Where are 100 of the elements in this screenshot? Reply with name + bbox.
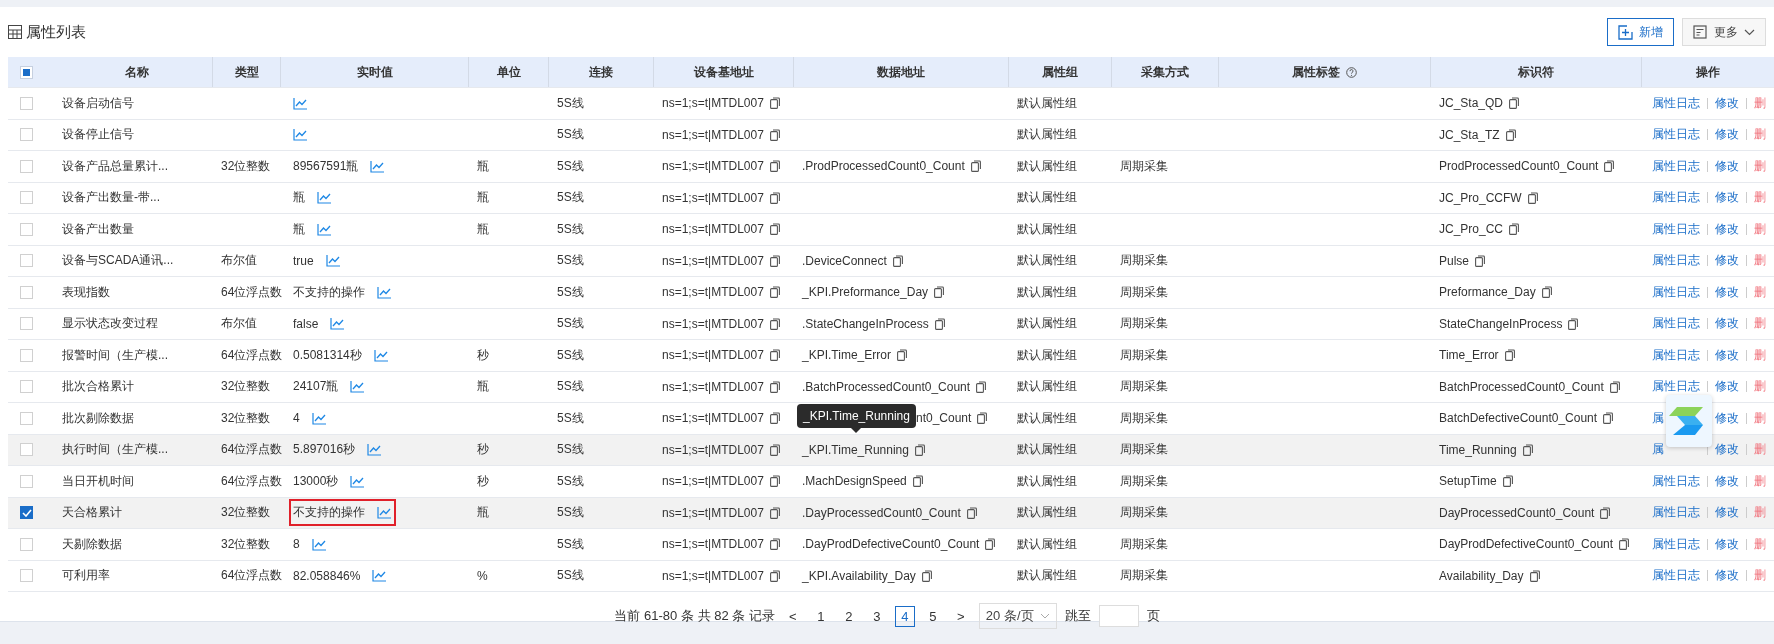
trend-chart-icon[interactable]: [317, 191, 332, 205]
log-link[interactable]: 属性日志: [1652, 158, 1700, 173]
copy-icon[interactable]: [1600, 506, 1611, 519]
log-link[interactable]: 属性日志: [1652, 505, 1700, 520]
delete-link[interactable]: 删: [1754, 473, 1766, 488]
copy-icon[interactable]: [769, 317, 780, 330]
delete-link[interactable]: 删: [1754, 316, 1766, 331]
copy-icon[interactable]: [769, 443, 780, 456]
trend-chart-icon[interactable]: [373, 348, 389, 362]
copy-icon[interactable]: [966, 506, 977, 519]
copy-icon[interactable]: [977, 412, 988, 425]
copy-icon[interactable]: [1522, 443, 1533, 456]
edit-link[interactable]: 修改: [1715, 347, 1739, 362]
copy-icon[interactable]: [934, 286, 945, 299]
page-size-select[interactable]: 20 条/页: [978, 603, 1057, 629]
copy-icon[interactable]: [1541, 286, 1552, 299]
log-link[interactable]: 属性日志: [1652, 95, 1700, 110]
edit-link[interactable]: 修改: [1715, 473, 1739, 488]
copy-icon[interactable]: [769, 475, 780, 488]
log-link[interactable]: 属性日志: [1652, 221, 1700, 236]
copy-icon[interactable]: [1509, 223, 1520, 236]
copy-icon[interactable]: [985, 538, 996, 551]
copy-icon[interactable]: [1604, 160, 1615, 173]
trend-chart-icon[interactable]: [325, 254, 341, 268]
copy-icon[interactable]: [914, 443, 925, 456]
log-link[interactable]: 属性日志: [1652, 316, 1700, 331]
copy-icon[interactable]: [769, 506, 780, 519]
delete-link[interactable]: 删: [1754, 568, 1766, 583]
copy-icon[interactable]: [1619, 538, 1630, 551]
delete-link[interactable]: 删: [1754, 410, 1766, 425]
page-button[interactable]: 1: [810, 605, 831, 627]
edit-link[interactable]: 修改: [1715, 253, 1739, 268]
copy-icon[interactable]: [769, 254, 780, 267]
trend-chart-icon[interactable]: [350, 380, 366, 394]
copy-icon[interactable]: [976, 380, 987, 393]
log-link[interactable]: 属性日志: [1652, 536, 1700, 551]
delete-link[interactable]: 删: [1754, 379, 1766, 394]
copy-icon[interactable]: [1509, 97, 1520, 110]
trend-chart-icon[interactable]: [317, 222, 332, 236]
copy-icon[interactable]: [912, 475, 923, 488]
copy-icon[interactable]: [769, 128, 780, 141]
edit-link[interactable]: 修改: [1715, 379, 1739, 394]
copy-icon[interactable]: [769, 349, 780, 362]
trend-chart-icon[interactable]: [350, 474, 366, 488]
edit-link[interactable]: 修改: [1715, 95, 1739, 110]
log-link[interactable]: 属性日志: [1652, 379, 1700, 394]
delete-link[interactable]: 删: [1754, 284, 1766, 299]
edit-link[interactable]: 修改: [1715, 410, 1739, 425]
copy-icon[interactable]: [769, 191, 780, 204]
copy-icon[interactable]: [1609, 380, 1620, 393]
select-all-checkbox[interactable]: [20, 65, 33, 79]
trend-chart-icon[interactable]: [377, 506, 392, 520]
copy-icon[interactable]: [769, 412, 780, 425]
copy-icon[interactable]: [1475, 254, 1486, 267]
edit-link[interactable]: 修改: [1715, 442, 1739, 457]
copy-icon[interactable]: [1502, 475, 1513, 488]
page-input[interactable]: [1098, 605, 1139, 627]
delete-link[interactable]: 删: [1754, 95, 1766, 110]
page-button[interactable]: 5: [922, 605, 943, 627]
delete-link[interactable]: 删: [1754, 253, 1766, 268]
copy-icon[interactable]: [1529, 569, 1540, 582]
edit-link[interactable]: 修改: [1715, 190, 1739, 205]
edit-link[interactable]: 修改: [1715, 505, 1739, 520]
copy-icon[interactable]: [921, 569, 932, 582]
trend-chart-icon[interactable]: [311, 537, 327, 551]
copy-icon[interactable]: [769, 538, 780, 551]
trend-chart-icon[interactable]: [367, 443, 383, 457]
page-button[interactable]: 2: [838, 605, 859, 627]
edit-link[interactable]: 修改: [1715, 221, 1739, 236]
copy-icon[interactable]: [1504, 349, 1515, 362]
copy-icon[interactable]: [1505, 128, 1516, 141]
delete-link[interactable]: 删: [1754, 127, 1766, 142]
edit-link[interactable]: 修改: [1715, 284, 1739, 299]
copy-icon[interactable]: [1568, 317, 1579, 330]
next-page-button[interactable]: >: [950, 605, 971, 627]
log-link[interactable]: 属: [1652, 442, 1664, 457]
edit-link[interactable]: 修改: [1715, 158, 1739, 173]
copy-icon[interactable]: [769, 569, 780, 582]
trend-chart-icon[interactable]: [293, 128, 308, 142]
copy-icon[interactable]: [769, 160, 780, 173]
log-link[interactable]: 属性日志: [1652, 568, 1700, 583]
log-link[interactable]: 属性日志: [1652, 253, 1700, 268]
add-button[interactable]: 新增: [1607, 18, 1674, 46]
copy-icon[interactable]: [970, 160, 981, 173]
copy-icon[interactable]: [769, 97, 780, 110]
trend-chart-icon[interactable]: [370, 159, 386, 173]
trend-chart-icon[interactable]: [377, 285, 392, 299]
copy-icon[interactable]: [769, 286, 780, 299]
log-link[interactable]: 属性日志: [1652, 347, 1700, 362]
log-link[interactable]: 属性日志: [1652, 127, 1700, 142]
edit-link[interactable]: 修改: [1715, 316, 1739, 331]
delete-link[interactable]: 删: [1754, 221, 1766, 236]
page-button[interactable]: 3: [866, 605, 887, 627]
edit-link[interactable]: 修改: [1715, 127, 1739, 142]
log-link[interactable]: 属性日志: [1652, 284, 1700, 299]
edit-link[interactable]: 修改: [1715, 568, 1739, 583]
copy-icon[interactable]: [934, 317, 945, 330]
delete-link[interactable]: 删: [1754, 158, 1766, 173]
trend-chart-icon[interactable]: [372, 569, 388, 583]
copy-icon[interactable]: [896, 349, 907, 362]
